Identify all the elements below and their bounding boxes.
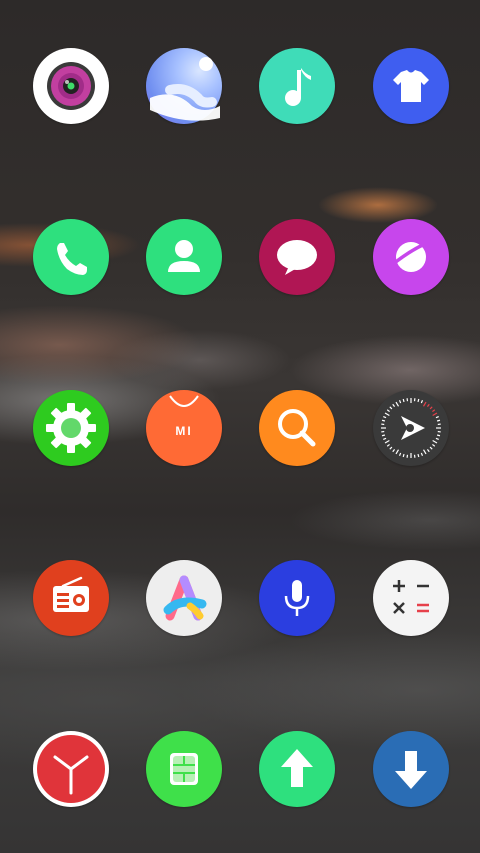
microphone-icon: [284, 580, 310, 616]
themes-app[interactable]: [373, 48, 449, 124]
app-vault-icon: [163, 575, 207, 621]
contacts-app[interactable]: [146, 219, 222, 295]
calculator-app[interactable]: [373, 560, 449, 636]
gallery-icon: [150, 57, 220, 121]
gallery-app[interactable]: [146, 48, 222, 124]
clock-app[interactable]: [33, 731, 109, 807]
chat-bubble-icon: [277, 240, 317, 275]
phone-icon: [57, 243, 87, 275]
music-app[interactable]: [259, 48, 335, 124]
contact-icon: [168, 240, 200, 272]
recorder-app[interactable]: [259, 560, 335, 636]
mi-store-label: MI: [175, 424, 193, 438]
radio-app[interactable]: [33, 560, 109, 636]
sim-card-icon: [170, 753, 198, 785]
radio-icon: [53, 576, 89, 612]
compass-app[interactable]: [373, 390, 449, 466]
phone-app[interactable]: [33, 219, 109, 295]
arrow-up-icon: [281, 749, 313, 787]
gear-icon: [46, 403, 96, 453]
compass-icon: [381, 398, 441, 458]
music-note-icon: [285, 68, 311, 106]
planet-icon: [386, 240, 436, 274]
settings-app[interactable]: [33, 390, 109, 466]
search-app[interactable]: [259, 390, 335, 466]
downloads-app[interactable]: [373, 731, 449, 807]
camera-icon: [47, 62, 95, 110]
sim-toolkit-app[interactable]: [146, 731, 222, 807]
arrow-down-icon: [395, 751, 427, 789]
camera-app[interactable]: [33, 48, 109, 124]
browser-app[interactable]: [373, 219, 449, 295]
updater-app[interactable]: [259, 731, 335, 807]
tshirt-icon: [393, 70, 429, 102]
mi-store-app[interactable]: MI: [146, 390, 222, 466]
messages-app[interactable]: [259, 219, 335, 295]
calculator-icon: [393, 580, 429, 614]
clock-icon: [37, 735, 105, 803]
app-vault-app[interactable]: [146, 560, 222, 636]
magnifier-icon: [278, 409, 316, 447]
